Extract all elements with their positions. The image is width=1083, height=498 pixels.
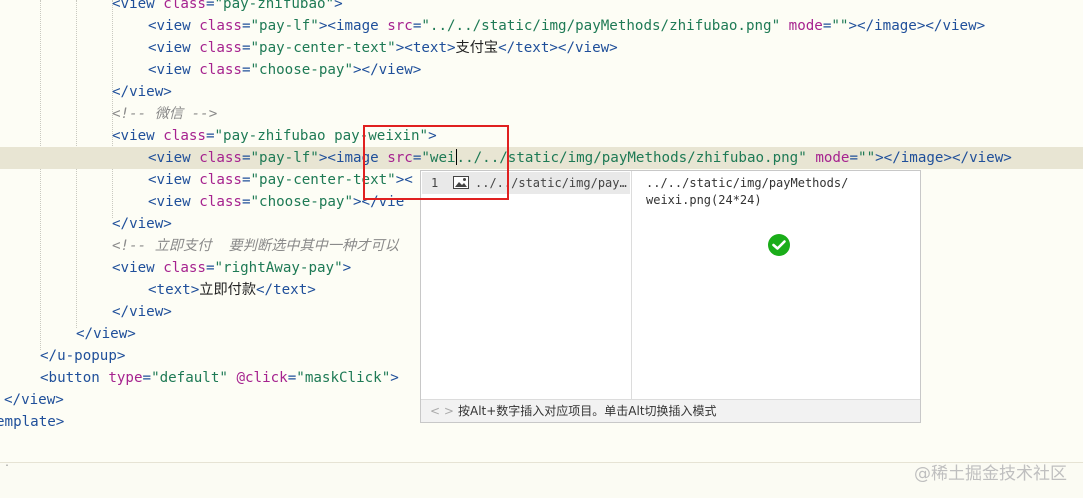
code-line: <view class="choose-pay"></view> [148, 62, 422, 78]
code-line: <text>立即付款</text> [148, 282, 316, 298]
code-line: </view> [4, 392, 64, 408]
code-comment: <!-- 立即支付 要判断选中其中一种才可以 [112, 238, 399, 254]
code-line: <button type="default" @click="maskClick… [40, 370, 399, 386]
autocomplete-popup[interactable]: 1 ../../static/img/pay… ../../static/img… [420, 170, 921, 423]
popup-hint: 按Alt+数字插入对应项目。单击Alt切换插入模式 [458, 404, 717, 418]
code-comment: <!-- 微信 --> [112, 106, 218, 122]
suggestion-preview: ../../static/img/payMethods/ weixi.png(2… [632, 171, 920, 401]
suggestion-list[interactable]: 1 ../../static/img/pay… [421, 171, 632, 401]
indent-guide [40, 0, 41, 350]
code-line: emplate> [0, 414, 65, 430]
gutter-marker: . [4, 458, 11, 469]
code-line: </view> [112, 304, 172, 320]
watermark: @稀土掘金技术社区 [914, 464, 1067, 484]
nav-arrows[interactable]: < > [430, 400, 454, 422]
highlight-box [363, 125, 509, 200]
code-line: </view> [76, 326, 136, 342]
code-line: <view class="rightAway-pay"> [112, 260, 352, 276]
code-line: </view> [112, 216, 172, 232]
preview-path: ../../static/img/payMethods/ weixi.png(2… [646, 176, 849, 207]
code-line: <view class="pay-zhifubao"> [112, 0, 343, 12]
wechat-icon [768, 234, 790, 256]
popup-footer: < > 按Alt+数字插入对应项目。单击Alt切换插入模式 [421, 399, 920, 422]
code-line: </u-popup> [40, 348, 126, 364]
current-code-line[interactable]: <view class="pay-lf"><image src="wei../.… [0, 147, 1083, 169]
code-line: <view class="pay-lf"><image src="../../s… [148, 18, 986, 34]
code-line: <view class="pay-center-text"><text>支付宝<… [148, 40, 618, 56]
code-line: </view> [112, 84, 172, 100]
